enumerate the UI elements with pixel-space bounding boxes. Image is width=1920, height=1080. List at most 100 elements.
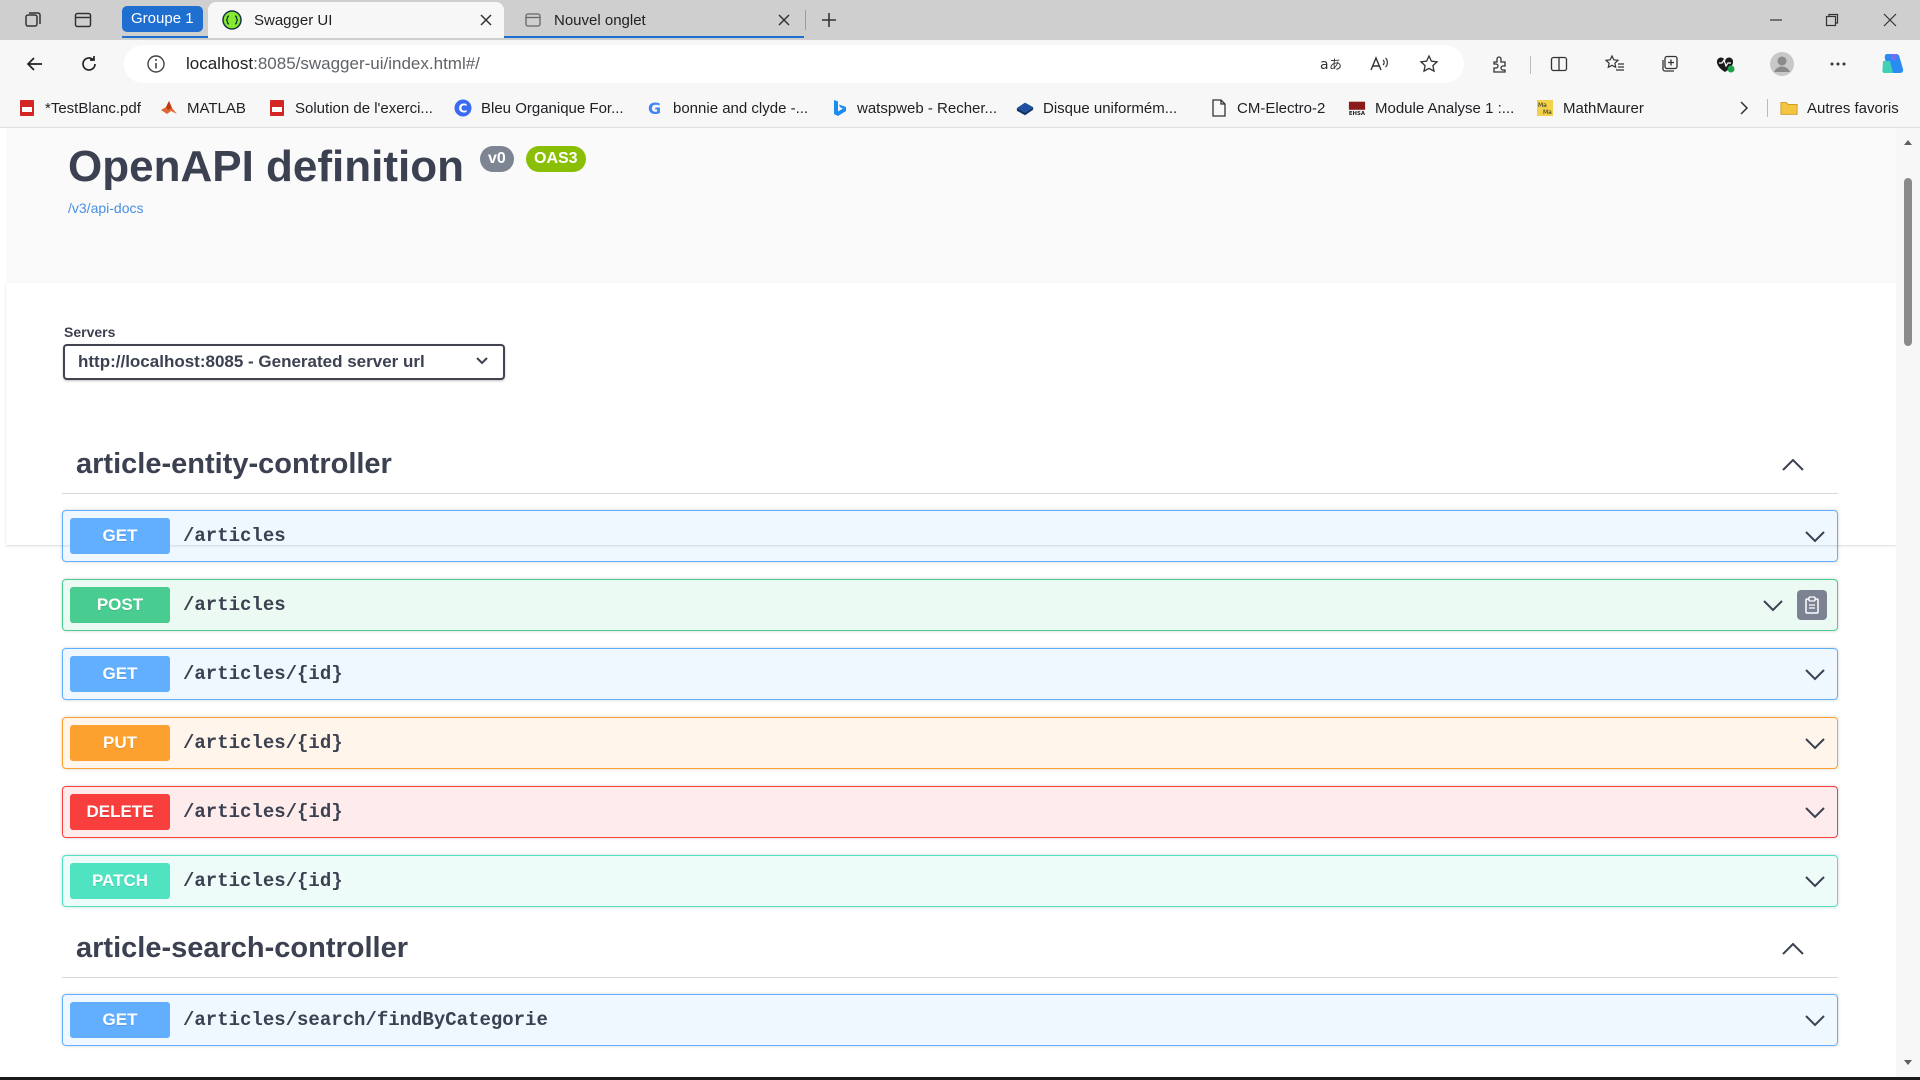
bookmark-item[interactable]: watspweb - Recher... bbox=[830, 88, 997, 128]
minimize-icon[interactable] bbox=[1748, 0, 1804, 40]
bookmark-label: Autres favoris bbox=[1807, 99, 1899, 117]
site-info-icon[interactable] bbox=[146, 54, 166, 74]
url-rest: :8085/swagger-ui/index.html#/ bbox=[253, 54, 480, 73]
split-screen-icon[interactable] bbox=[1542, 48, 1576, 80]
servers-label: Servers bbox=[64, 324, 116, 340]
chevron-down-icon[interactable] bbox=[1801, 729, 1829, 757]
method-badge: GET bbox=[70, 518, 170, 554]
svg-text:G: G bbox=[648, 99, 661, 117]
other-favorites-folder[interactable]: Autres favoris bbox=[1780, 88, 1899, 128]
copy-to-clipboard-icon[interactable] bbox=[1797, 590, 1827, 620]
back-arrow-icon[interactable] bbox=[18, 48, 52, 80]
scroll-up-arrow-icon[interactable] bbox=[1903, 138, 1913, 146]
chevron-down-icon[interactable] bbox=[1801, 660, 1829, 688]
svg-text:あ: あ bbox=[1329, 58, 1341, 73]
translate-icon[interactable]: aあ bbox=[1315, 49, 1345, 79]
close-window-icon[interactable] bbox=[1862, 0, 1918, 40]
svg-text:Ma: Ma bbox=[1538, 102, 1547, 109]
browser-toolbar: localhost:8085/swagger-ui/index.html#/ a… bbox=[0, 40, 1920, 88]
matlab-icon bbox=[160, 99, 178, 117]
scrollbar-thumb[interactable] bbox=[1904, 178, 1912, 346]
restore-icon[interactable] bbox=[1804, 0, 1860, 40]
close-tab-icon[interactable] bbox=[770, 6, 798, 34]
operation-get-articles[interactable]: GET /articles bbox=[62, 510, 1838, 562]
bookmark-item[interactable]: *TestBlanc.pdf bbox=[18, 88, 141, 128]
operation-get-article-by-id[interactable]: GET /articles/{id} bbox=[62, 648, 1838, 700]
chevron-down-icon[interactable] bbox=[1759, 591, 1787, 619]
bookmark-item[interactable]: CM-Electro-2 bbox=[1210, 88, 1325, 128]
refresh-icon[interactable] bbox=[72, 48, 106, 80]
server-select[interactable]: http://localhost:8085 - Generated server… bbox=[63, 344, 505, 380]
more-options-icon[interactable] bbox=[1821, 48, 1855, 80]
chevron-down-icon bbox=[475, 356, 489, 366]
bookmark-item[interactable]: MATLAB bbox=[160, 88, 246, 128]
favorite-star-icon[interactable] bbox=[1414, 49, 1444, 79]
tag-header-article-search-controller[interactable]: article-search-controller bbox=[62, 920, 1838, 978]
tab-separator bbox=[805, 10, 806, 30]
chevron-down-icon[interactable] bbox=[1801, 798, 1829, 826]
page-icon bbox=[1210, 99, 1228, 117]
ehsa-icon: EHSA bbox=[1348, 99, 1366, 117]
operation-put-article[interactable]: PUT /articles/{id} bbox=[62, 717, 1838, 769]
svg-text:Ma: Ma bbox=[1543, 109, 1552, 116]
collections-icon[interactable] bbox=[1653, 48, 1687, 80]
oas-badge: OAS3 bbox=[526, 146, 586, 172]
bookmark-label: Bleu Organique For... bbox=[481, 99, 624, 117]
bookmark-label: *TestBlanc.pdf bbox=[45, 99, 141, 117]
pdf-icon bbox=[268, 99, 286, 117]
copilot-icon[interactable] bbox=[1875, 48, 1909, 80]
bing-icon bbox=[830, 99, 848, 117]
page-viewport: OpenAPI definition v0 OAS3 /v3/api-docs … bbox=[0, 128, 1920, 1077]
bookmark-label: bonnie and clyde -... bbox=[673, 99, 809, 117]
scroll-down-arrow-icon[interactable] bbox=[1903, 1059, 1913, 1067]
tab-actions-icon[interactable] bbox=[68, 6, 98, 34]
operation-get-find-by-categorie[interactable]: GET /articles/search/findByCategorie bbox=[62, 994, 1838, 1046]
canva-icon: C bbox=[454, 99, 472, 117]
tab-new-tab[interactable]: Nouvel onglet bbox=[510, 2, 802, 38]
chevron-down-icon[interactable] bbox=[1801, 1006, 1829, 1034]
toolbar-separator bbox=[1530, 56, 1531, 74]
address-bar[interactable]: localhost:8085/swagger-ui/index.html#/ a… bbox=[124, 45, 1464, 83]
api-docs-link[interactable]: /v3/api-docs bbox=[68, 200, 143, 216]
tag-name: article-search-controller bbox=[76, 932, 409, 964]
page-favicon-icon bbox=[524, 11, 542, 29]
bookmark-item[interactable]: C Bleu Organique For... bbox=[454, 88, 624, 128]
tag-header-article-entity-controller[interactable]: article-entity-controller bbox=[62, 436, 1838, 494]
bookmark-label: CM-Electro-2 bbox=[1237, 99, 1326, 117]
method-badge: PATCH bbox=[70, 863, 170, 899]
bookmark-label: MATLAB bbox=[187, 99, 246, 117]
chevron-up-icon[interactable] bbox=[1778, 450, 1808, 480]
server-select-value: http://localhost:8085 - Generated server… bbox=[78, 352, 425, 371]
tab-group-chip[interactable]: Groupe 1 bbox=[122, 6, 203, 32]
workspaces-icon[interactable] bbox=[18, 6, 48, 34]
chevron-down-icon[interactable] bbox=[1801, 867, 1829, 895]
bookmark-item[interactable]: Ma Ma MathMaurer bbox=[1536, 88, 1644, 128]
method-badge: POST bbox=[70, 587, 170, 623]
bookmark-item[interactable]: Disque uniformém... bbox=[1016, 88, 1177, 128]
browser-essentials-icon[interactable] bbox=[1708, 48, 1742, 80]
profile-avatar-icon[interactable] bbox=[1765, 48, 1799, 80]
close-tab-icon[interactable] bbox=[472, 6, 500, 34]
extensions-icon[interactable] bbox=[1483, 48, 1517, 80]
operation-post-articles[interactable]: POST /articles bbox=[62, 579, 1838, 631]
page-scrollbar[interactable] bbox=[1896, 128, 1920, 1077]
bookmark-item[interactable]: EHSA Module Analyse 1 :... bbox=[1348, 88, 1514, 128]
read-aloud-icon[interactable] bbox=[1364, 49, 1394, 79]
tab-title: Swagger UI bbox=[254, 11, 333, 29]
bookmark-item[interactable]: G bonnie and clyde -... bbox=[646, 88, 808, 128]
bookmarks-overflow-chevron-icon[interactable] bbox=[1738, 88, 1750, 128]
chevron-down-icon[interactable] bbox=[1801, 522, 1829, 550]
method-badge: GET bbox=[70, 1002, 170, 1038]
google-icon: G bbox=[646, 99, 664, 117]
tab-title: Nouvel onglet bbox=[554, 11, 646, 29]
favorites-icon[interactable] bbox=[1598, 48, 1632, 80]
tab-swagger-ui[interactable]: Swagger UI bbox=[208, 2, 504, 38]
bookmark-item[interactable]: Solution de l'exerci... bbox=[268, 88, 433, 128]
address-url[interactable]: localhost:8085/swagger-ui/index.html#/ bbox=[186, 45, 480, 83]
operation-patch-article[interactable]: PATCH /articles/{id} bbox=[62, 855, 1838, 907]
method-badge: DELETE bbox=[70, 794, 170, 830]
chevron-up-icon[interactable] bbox=[1778, 934, 1808, 964]
new-tab-icon[interactable] bbox=[814, 6, 844, 34]
operation-path: /articles bbox=[183, 594, 286, 616]
operation-delete-article[interactable]: DELETE /articles/{id} bbox=[62, 786, 1838, 838]
